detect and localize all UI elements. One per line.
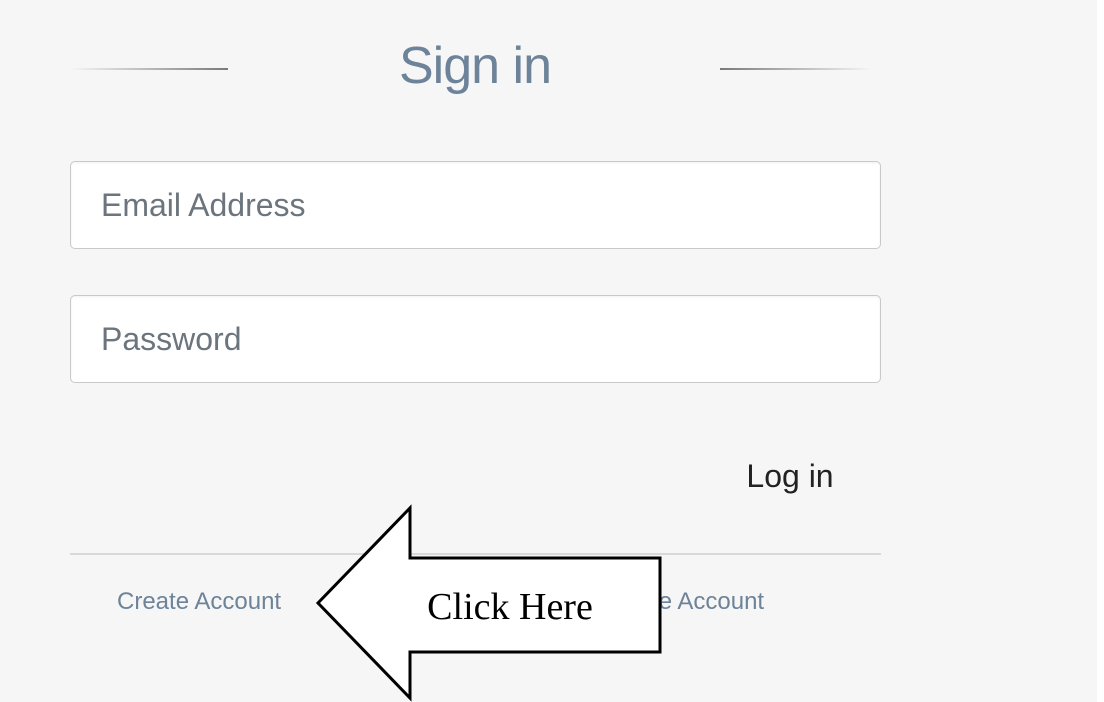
create-account-link[interactable]: Create Account [117, 588, 281, 616]
heading-decorative-line-left [70, 68, 228, 70]
signin-heading: Sign in [0, 30, 880, 110]
callout-text: Click Here [427, 586, 593, 628]
heading-decorative-line-right [720, 68, 872, 70]
divider [70, 553, 881, 555]
email-field[interactable] [70, 161, 881, 249]
page-title: Sign in [399, 37, 552, 95]
password-field[interactable] [70, 295, 881, 383]
login-button[interactable]: Log in [715, 448, 865, 504]
